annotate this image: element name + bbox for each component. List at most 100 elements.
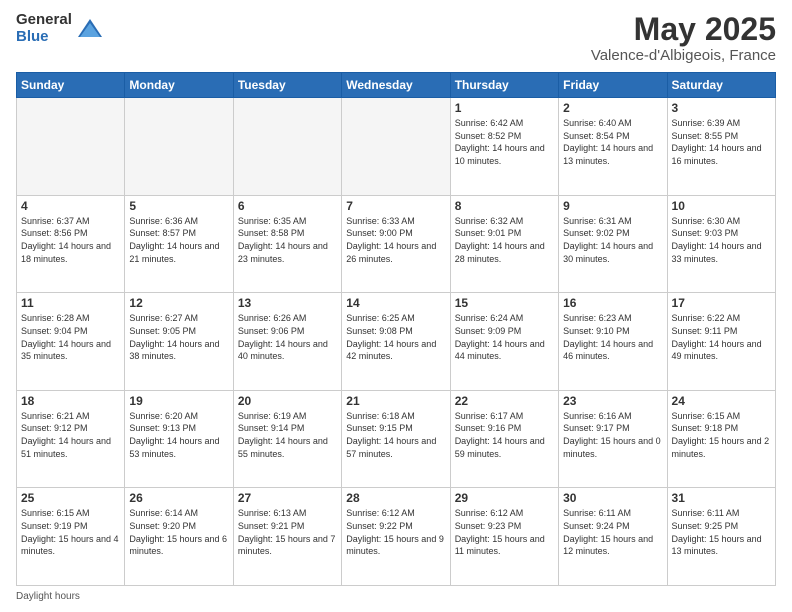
col-thursday: Thursday bbox=[450, 73, 558, 98]
week-row-4: 25 Sunrise: 6:15 AM Sunset: 9:19 PM Dayli… bbox=[17, 488, 776, 586]
day-number: 14 bbox=[346, 296, 445, 310]
day-info: Sunrise: 6:39 AM Sunset: 8:55 PM Dayligh… bbox=[672, 117, 771, 167]
location-subtitle: Valence-d'Albigeois, France bbox=[591, 47, 776, 64]
day-number: 17 bbox=[672, 296, 771, 310]
cell-w0-d0 bbox=[17, 98, 125, 196]
week-row-1: 4Sunrise: 6:37 AM Sunset: 8:56 PM Daylig… bbox=[17, 195, 776, 293]
day-info: Sunrise: 6:11 AM Sunset: 9:25 PM Dayligh… bbox=[672, 507, 771, 557]
day-number: 27 bbox=[238, 491, 337, 505]
cell-w1-d5: 9Sunrise: 6:31 AM Sunset: 9:02 PM Daylig… bbox=[559, 195, 667, 293]
day-info: Sunrise: 6:15 AM Sunset: 9:18 PM Dayligh… bbox=[672, 410, 771, 460]
calendar-body: 1 Sunrise: 6:42 AM Sunset: 8:52 PM Daylig… bbox=[17, 98, 776, 586]
cell-w0-d3 bbox=[342, 98, 450, 196]
title-block: May 2025 Valence-d'Albigeois, France bbox=[591, 12, 776, 64]
day-number: 24 bbox=[672, 394, 771, 408]
day-info: Sunrise: 6:24 AM Sunset: 9:09 PM Dayligh… bbox=[455, 312, 554, 362]
col-sunday: Sunday bbox=[17, 73, 125, 98]
cell-w0-d5: 2 Sunrise: 6:40 AM Sunset: 8:54 PM Daylig… bbox=[559, 98, 667, 196]
cell-w0-d4: 1 Sunrise: 6:42 AM Sunset: 8:52 PM Daylig… bbox=[450, 98, 558, 196]
day-info: Sunrise: 6:35 AM Sunset: 8:58 PM Dayligh… bbox=[238, 215, 337, 265]
footer: Daylight hours bbox=[16, 591, 776, 602]
cell-w1-d4: 8 Sunrise: 6:32 AM Sunset: 9:01 PM Daylig… bbox=[450, 195, 558, 293]
cell-w4-d5: 30 Sunrise: 6:11 AM Sunset: 9:24 PM Dayli… bbox=[559, 488, 667, 586]
day-info: Sunrise: 6:19 AM Sunset: 9:14 PM Dayligh… bbox=[238, 410, 337, 460]
cell-w2-d6: 17 Sunrise: 6:22 AM Sunset: 9:11 PM Dayli… bbox=[667, 293, 775, 391]
day-number: 3 bbox=[672, 101, 771, 115]
day-info: Sunrise: 6:14 AM Sunset: 9:20 PM Dayligh… bbox=[129, 507, 228, 557]
day-info: Sunrise: 6:22 AM Sunset: 9:11 PM Dayligh… bbox=[672, 312, 771, 362]
day-number: 11 bbox=[21, 296, 120, 310]
col-wednesday: Wednesday bbox=[342, 73, 450, 98]
day-number: 30 bbox=[563, 491, 662, 505]
day-number: 18 bbox=[21, 394, 120, 408]
day-number: 21 bbox=[346, 394, 445, 408]
cell-w3-d2: 20 Sunrise: 6:19 AM Sunset: 9:14 PM Dayli… bbox=[233, 390, 341, 488]
day-number: 9 bbox=[563, 199, 662, 213]
cell-w3-d5: 23 Sunrise: 6:16 AM Sunset: 9:17 PM Dayli… bbox=[559, 390, 667, 488]
cell-w1-d3: 7Sunrise: 6:33 AM Sunset: 9:00 PM Daylig… bbox=[342, 195, 450, 293]
cell-w1-d0: 4Sunrise: 6:37 AM Sunset: 8:56 PM Daylig… bbox=[17, 195, 125, 293]
day-number: 12 bbox=[129, 296, 228, 310]
day-info: Sunrise: 6:42 AM Sunset: 8:52 PM Dayligh… bbox=[455, 117, 554, 167]
logo-general: General bbox=[16, 12, 72, 29]
day-info: Sunrise: 6:13 AM Sunset: 9:21 PM Dayligh… bbox=[238, 507, 337, 557]
cell-w2-d5: 16Sunrise: 6:23 AM Sunset: 9:10 PM Dayli… bbox=[559, 293, 667, 391]
day-info: Sunrise: 6:37 AM Sunset: 8:56 PM Dayligh… bbox=[21, 215, 120, 265]
day-number: 23 bbox=[563, 394, 662, 408]
cell-w2-d3: 14 Sunrise: 6:25 AM Sunset: 9:08 PM Dayli… bbox=[342, 293, 450, 391]
day-number: 15 bbox=[455, 296, 554, 310]
month-title: May 2025 bbox=[591, 12, 776, 47]
logo: General Blue bbox=[16, 12, 104, 45]
day-info: Sunrise: 6:30 AM Sunset: 9:03 PM Dayligh… bbox=[672, 215, 771, 265]
cell-w0-d2 bbox=[233, 98, 341, 196]
day-number: 29 bbox=[455, 491, 554, 505]
day-info: Sunrise: 6:27 AM Sunset: 9:05 PM Dayligh… bbox=[129, 312, 228, 362]
day-info: Sunrise: 6:28 AM Sunset: 9:04 PM Dayligh… bbox=[21, 312, 120, 362]
cell-w3-d0: 18Sunrise: 6:21 AM Sunset: 9:12 PM Dayli… bbox=[17, 390, 125, 488]
day-number: 1 bbox=[455, 101, 554, 115]
logo-text: General Blue bbox=[16, 12, 72, 45]
day-number: 7 bbox=[346, 199, 445, 213]
page: General Blue May 2025 Valence-d'Albigeoi… bbox=[0, 0, 792, 612]
day-info: Sunrise: 6:12 AM Sunset: 9:23 PM Dayligh… bbox=[455, 507, 554, 557]
day-info: Sunrise: 6:26 AM Sunset: 9:06 PM Dayligh… bbox=[238, 312, 337, 362]
day-info: Sunrise: 6:36 AM Sunset: 8:57 PM Dayligh… bbox=[129, 215, 228, 265]
logo-blue: Blue bbox=[16, 29, 72, 46]
cell-w4-d0: 25 Sunrise: 6:15 AM Sunset: 9:19 PM Dayli… bbox=[17, 488, 125, 586]
day-info: Sunrise: 6:12 AM Sunset: 9:22 PM Dayligh… bbox=[346, 507, 445, 557]
cell-w3-d4: 22Sunrise: 6:17 AM Sunset: 9:16 PM Dayli… bbox=[450, 390, 558, 488]
day-number: 8 bbox=[455, 199, 554, 213]
cell-w2-d0: 11 Sunrise: 6:28 AM Sunset: 9:04 PM Dayli… bbox=[17, 293, 125, 391]
day-number: 22 bbox=[455, 394, 554, 408]
day-number: 2 bbox=[563, 101, 662, 115]
day-info: Sunrise: 6:11 AM Sunset: 9:24 PM Dayligh… bbox=[563, 507, 662, 557]
day-number: 19 bbox=[129, 394, 228, 408]
day-number: 6 bbox=[238, 199, 337, 213]
day-number: 10 bbox=[672, 199, 771, 213]
cell-w2-d1: 12 Sunrise: 6:27 AM Sunset: 9:05 PM Dayli… bbox=[125, 293, 233, 391]
day-info: Sunrise: 6:20 AM Sunset: 9:13 PM Dayligh… bbox=[129, 410, 228, 460]
day-info: Sunrise: 6:40 AM Sunset: 8:54 PM Dayligh… bbox=[563, 117, 662, 167]
cell-w3-d3: 21Sunrise: 6:18 AM Sunset: 9:15 PM Dayli… bbox=[342, 390, 450, 488]
day-info: Sunrise: 6:23 AM Sunset: 9:10 PM Dayligh… bbox=[563, 312, 662, 362]
cell-w2-d2: 13 Sunrise: 6:26 AM Sunset: 9:06 PM Dayli… bbox=[233, 293, 341, 391]
day-number: 25 bbox=[21, 491, 120, 505]
col-monday: Monday bbox=[125, 73, 233, 98]
day-number: 20 bbox=[238, 394, 337, 408]
day-info: Sunrise: 6:32 AM Sunset: 9:01 PM Dayligh… bbox=[455, 215, 554, 265]
cell-w1-d6: 10 Sunrise: 6:30 AM Sunset: 9:03 PM Dayli… bbox=[667, 195, 775, 293]
day-info: Sunrise: 6:25 AM Sunset: 9:08 PM Dayligh… bbox=[346, 312, 445, 362]
logo-icon bbox=[76, 15, 104, 43]
cell-w0-d6: 3 Sunrise: 6:39 AM Sunset: 8:55 PM Daylig… bbox=[667, 98, 775, 196]
week-row-2: 11 Sunrise: 6:28 AM Sunset: 9:04 PM Dayli… bbox=[17, 293, 776, 391]
day-info: Sunrise: 6:15 AM Sunset: 9:19 PM Dayligh… bbox=[21, 507, 120, 557]
cell-w3-d6: 24 Sunrise: 6:15 AM Sunset: 9:18 PM Dayli… bbox=[667, 390, 775, 488]
cell-w4-d6: 31Sunrise: 6:11 AM Sunset: 9:25 PM Dayli… bbox=[667, 488, 775, 586]
cell-w1-d1: 5 Sunrise: 6:36 AM Sunset: 8:57 PM Daylig… bbox=[125, 195, 233, 293]
header: General Blue May 2025 Valence-d'Albigeoi… bbox=[16, 12, 776, 64]
day-info: Sunrise: 6:16 AM Sunset: 9:17 PM Dayligh… bbox=[563, 410, 662, 460]
day-number: 5 bbox=[129, 199, 228, 213]
cell-w0-d1 bbox=[125, 98, 233, 196]
day-number: 13 bbox=[238, 296, 337, 310]
header-row: Sunday Monday Tuesday Wednesday Thursday… bbox=[17, 73, 776, 98]
